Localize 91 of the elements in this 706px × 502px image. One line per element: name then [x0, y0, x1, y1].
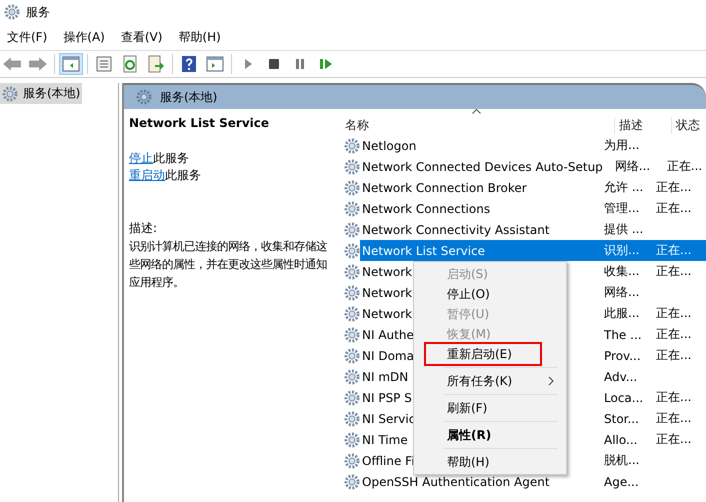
- service-status: 正在...: [656, 390, 692, 404]
- service-name: Network Connectivity Assistant: [361, 222, 550, 236]
- service-name: Network List Service: [361, 244, 486, 258]
- service-name: Network: [361, 286, 412, 300]
- service-name: NI PSP S: [361, 390, 412, 404]
- gear-icon: [344, 432, 360, 448]
- service-name: Netlogon: [361, 138, 416, 152]
- gear-icon: [344, 410, 360, 426]
- service-description: 收集...: [603, 263, 640, 280]
- service-description: Allo...: [603, 432, 638, 446]
- service-description: 允许 ...: [603, 179, 644, 196]
- service-description: Adv...: [603, 370, 638, 384]
- column-header[interactable]: 描述: [614, 116, 671, 134]
- service-status: 正在...: [656, 411, 692, 425]
- service-description: 网络...: [603, 284, 640, 301]
- service-name: NI mDN: [361, 370, 408, 384]
- service-status: 正在...: [656, 432, 692, 446]
- service-name: Network Connected Devices Auto-Setup: [361, 160, 603, 174]
- service-description: 网络...: [614, 158, 652, 175]
- service-status: 正在...: [656, 243, 692, 257]
- gear-icon: [344, 158, 360, 174]
- service-name: NI Time: [361, 432, 408, 446]
- gear-icon: [344, 326, 360, 342]
- service-description: 提供 ...: [603, 221, 644, 238]
- service-description: The ...: [603, 328, 643, 342]
- column-header[interactable]: 状态: [671, 116, 706, 134]
- gear-icon: [344, 306, 360, 322]
- gear-icon: [4, 4, 20, 20]
- service-status: 正在...: [656, 264, 692, 278]
- service-name: Network: [361, 264, 412, 278]
- service-description: 管理...: [603, 200, 640, 217]
- menu-item[interactable]: 操作(A): [58, 28, 112, 46]
- service-name: OpenSSH Authentication Agent: [361, 474, 550, 488]
- action-text: 此服务: [165, 168, 201, 182]
- description-text: 识别计算机已连接的网络，收集和存储这些网络的属性，并在更改这些属性时通知应用程序。: [129, 238, 328, 291]
- service-status: 正在...: [656, 327, 692, 341]
- menu-item[interactable]: 重新启动(E): [414, 344, 566, 364]
- menu-item[interactable]: 查看(V): [116, 28, 170, 46]
- gear-icon: [344, 348, 360, 364]
- service-description: Stor...: [603, 412, 640, 426]
- gear-icon: [344, 284, 360, 300]
- menu-item[interactable]: 所有任务(K): [414, 371, 566, 391]
- service-description: Age...: [603, 474, 640, 488]
- description-label: 描述:: [129, 220, 158, 237]
- service-status: 正在...: [656, 306, 692, 320]
- gear-icon: [344, 242, 360, 258]
- action-text: 此服务: [153, 151, 189, 165]
- menu-item[interactable]: 帮助(H): [414, 452, 566, 472]
- gear-icon: [344, 264, 360, 280]
- gear-icon: [344, 200, 360, 216]
- gear-icon: [344, 368, 360, 384]
- gear-icon: [136, 89, 152, 105]
- gear-icon: [344, 222, 360, 238]
- service-name: Network: [361, 306, 412, 320]
- service-name: NI Doma: [361, 348, 414, 362]
- console-icon[interactable]: [204, 54, 226, 74]
- gear-icon: [344, 452, 360, 468]
- service-description: 识别...: [603, 242, 640, 259]
- service-status: 正在...: [666, 159, 702, 173]
- sort-icon: [472, 109, 481, 114]
- selected-row[interactable]: Network List Service 识别... 正在...: [360, 240, 706, 261]
- menu-item[interactable]: 帮助(H): [173, 28, 228, 46]
- service-description: 此服...: [603, 305, 640, 322]
- action-link[interactable]: 停止: [129, 151, 153, 165]
- gear-icon: [344, 474, 360, 490]
- service-status: 正在...: [656, 348, 692, 362]
- service-name: NI Authe: [361, 328, 414, 342]
- service-status: 正在...: [656, 180, 692, 194]
- service-description: 为用...: [603, 137, 640, 154]
- gear-icon: [344, 180, 360, 196]
- tree-item[interactable]: 服务(本地): [0, 83, 82, 104]
- service-name: Network Connections: [361, 202, 490, 216]
- menu-item[interactable]: 刷新(F): [414, 398, 566, 418]
- gear-icon: [2, 86, 18, 102]
- gear-icon: [344, 390, 360, 406]
- service-status: 正在...: [656, 201, 692, 215]
- window-title: 服务: [26, 4, 50, 20]
- column-header[interactable]: 名称: [335, 116, 614, 134]
- service-description: Loca...: [603, 390, 644, 404]
- service-name: NI Servic: [361, 412, 416, 426]
- menu-item[interactable]: 属性(R): [414, 425, 566, 445]
- pane-title: 服务(本地): [160, 88, 218, 106]
- service-name: Network Connection Broker: [361, 180, 527, 194]
- service-description: Prov...: [603, 348, 642, 362]
- action-link[interactable]: 重启动: [129, 168, 165, 182]
- menu-item[interactable]: 文件(F): [2, 28, 54, 46]
- panel-icon[interactable]: [60, 54, 82, 74]
- gear-icon: [344, 138, 360, 154]
- menu-item[interactable]: 停止(O): [414, 284, 566, 304]
- service-title: Network List Service: [129, 116, 270, 130]
- service-description: 脱机...: [603, 452, 640, 469]
